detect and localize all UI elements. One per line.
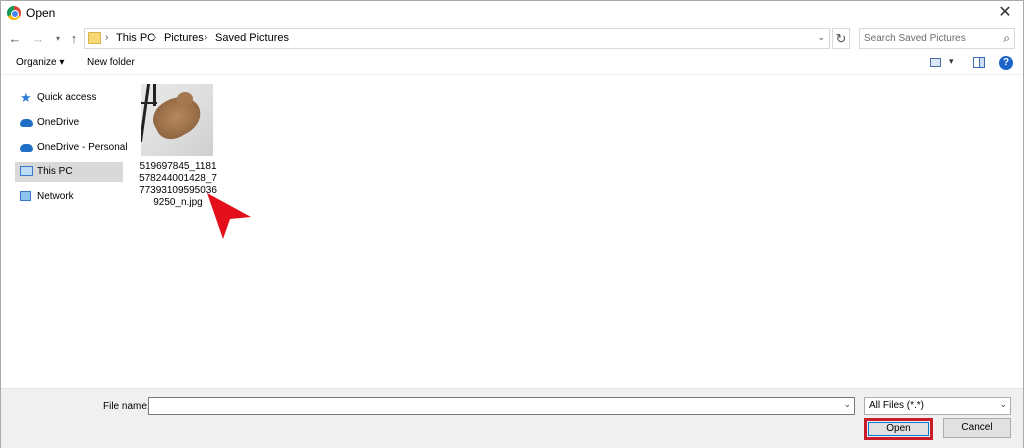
sidebar-item-label: This PC	[37, 166, 73, 177]
file-name-label: File name:	[103, 401, 150, 412]
address-row: ← → ▾ ↑ › This PC › Pictures › Saved Pic…	[1, 25, 1023, 53]
up-arrow-icon[interactable]: ↑	[66, 30, 82, 48]
file-name-dropdown-icon[interactable]: ⌄	[843, 399, 851, 410]
breadcrumb-pictures[interactable]: Pictures	[164, 32, 204, 44]
organize-button[interactable]: Organize ▾	[16, 57, 64, 68]
file-type-select[interactable]: All Files (*.*) ⌄	[864, 397, 1011, 415]
file-list: 519697845_1181578244001428_7773931095950…	[125, 76, 1023, 388]
file-name-input[interactable]	[152, 399, 832, 413]
red-pointer-arrow-icon	[207, 193, 251, 239]
change-view-icon[interactable]	[930, 58, 941, 67]
sidebar-item-onedrive-personal[interactable]: OneDrive - Personal	[15, 138, 128, 158]
title-bar: Open ✕	[1, 1, 1023, 25]
recent-locations-chevron-icon[interactable]: ▾	[50, 30, 66, 48]
file-type-dropdown-icon[interactable]: ⌄	[999, 399, 1007, 410]
refresh-icon[interactable]: ↻	[832, 28, 850, 49]
address-dropdown-icon[interactable]: ⌄	[817, 32, 825, 43]
breadcrumb-this-pc[interactable]: This PC	[116, 32, 155, 44]
cloud-icon	[20, 144, 33, 152]
sidebar-item-label: Quick access	[37, 92, 97, 103]
dialog-footer: File name: ⌄ All Files (*.*) ⌄ Open Canc…	[1, 388, 1023, 448]
network-icon	[20, 191, 31, 201]
file-type-value: All Files (*.*)	[869, 400, 925, 411]
sidebar-item-label: Network	[37, 191, 74, 202]
back-arrow-icon[interactable]: ←	[7, 30, 23, 48]
computer-icon	[20, 166, 33, 176]
search-icon[interactable]: ⌕	[1003, 31, 1010, 46]
close-button[interactable]: ✕	[995, 3, 1015, 23]
sidebar-item-label: OneDrive	[37, 117, 80, 128]
sidebar-item-onedrive[interactable]: OneDrive	[15, 113, 123, 133]
file-name-combobox[interactable]: ⌄	[148, 397, 855, 415]
command-bar: Organize ▾ New folder ▾ ?	[1, 53, 1023, 75]
window-title: Open	[26, 6, 56, 20]
breadcrumb-separator: ›	[204, 32, 208, 43]
chrome-icon	[7, 6, 21, 20]
view-options-chevron-icon[interactable]: ▾	[949, 56, 954, 67]
cloud-icon	[20, 119, 33, 127]
star-icon: ★	[20, 90, 32, 105]
sidebar-item-this-pc[interactable]: This PC	[15, 162, 123, 182]
address-bar[interactable]: › This PC › Pictures › Saved Pictures ⌄	[84, 28, 830, 49]
preview-pane-icon[interactable]	[973, 57, 985, 68]
search-input[interactable]	[864, 31, 996, 46]
new-folder-button[interactable]: New folder	[87, 57, 135, 68]
image-thumbnail	[141, 84, 213, 156]
open-button[interactable]: Open	[868, 422, 929, 436]
folder-icon	[88, 32, 101, 44]
breadcrumb-saved-pictures[interactable]: Saved Pictures	[215, 32, 289, 44]
sidebar-item-network[interactable]: Network	[15, 187, 123, 207]
navigation-pane: ★ Quick access OneDrive OneDrive - Perso…	[1, 76, 128, 388]
breadcrumb-separator: ›	[153, 32, 157, 43]
breadcrumb-separator: ›	[105, 32, 109, 43]
sidebar-item-quick-access[interactable]: ★ Quick access	[15, 88, 123, 108]
help-icon[interactable]: ?	[999, 56, 1013, 70]
cancel-button[interactable]: Cancel	[943, 418, 1011, 438]
open-file-dialog: Open ✕ ← → ▾ ↑ › This PC › Pictures › Sa…	[0, 0, 1024, 448]
sidebar-item-label: OneDrive - Personal	[37, 142, 128, 153]
forward-arrow-icon[interactable]: →	[30, 30, 46, 48]
search-box[interactable]: ⌕	[859, 28, 1015, 49]
